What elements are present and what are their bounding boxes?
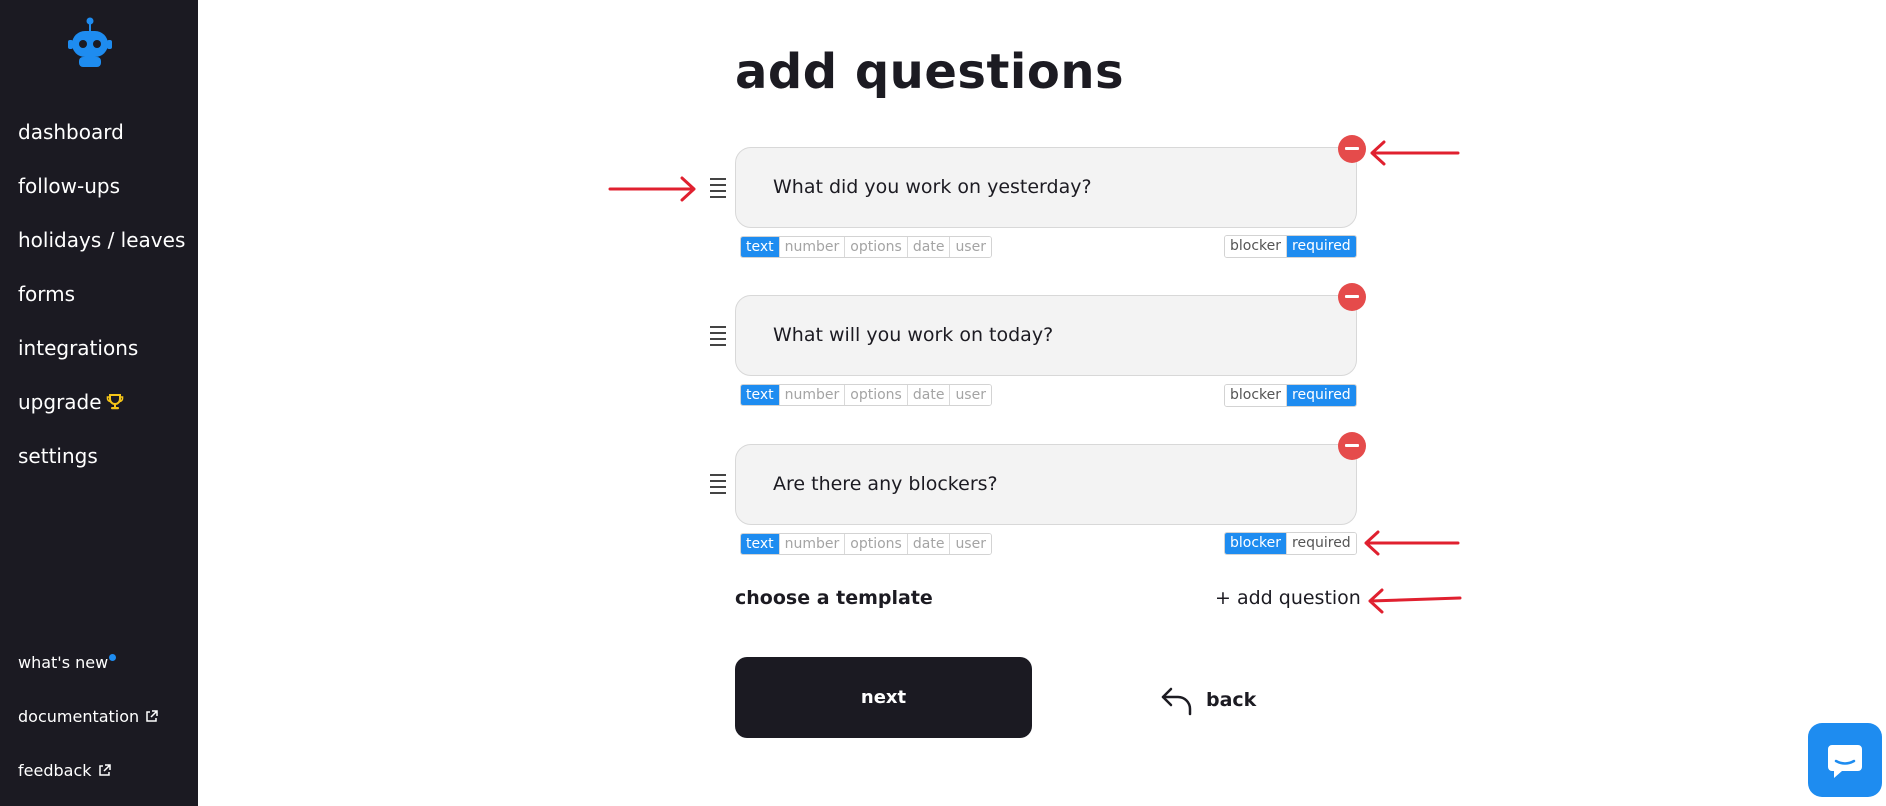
documentation-label: documentation — [18, 707, 140, 726]
type-user[interactable]: user — [950, 534, 991, 554]
type-number[interactable]: number — [779, 534, 846, 554]
feedback-label: feedback — [18, 761, 92, 780]
sidebar-item-upgrade[interactable]: upgrade — [18, 387, 185, 441]
type-number[interactable]: number — [779, 385, 846, 405]
annotation-arrow-left-icon — [1370, 140, 1460, 166]
question-input-3[interactable]: Are there any blockers? — [735, 444, 1357, 525]
external-link-icon — [145, 703, 158, 733]
type-text[interactable]: text — [741, 534, 780, 554]
back-button[interactable]: back — [1160, 682, 1256, 718]
type-date[interactable]: date — [907, 385, 951, 405]
whats-new-label: what's new — [18, 653, 109, 672]
sidebar-item-label: integrations — [18, 336, 139, 360]
sidebar-item-dashboard[interactable]: dashboard — [18, 117, 185, 171]
sidebar-item-label: forms — [18, 282, 76, 306]
type-date[interactable]: date — [907, 237, 951, 257]
sidebar-nav: dashboard follow-ups holidays / leaves f… — [18, 117, 185, 495]
type-text[interactable]: text — [741, 237, 780, 257]
question-flags: blocker required — [1224, 384, 1357, 407]
back-arrow-icon — [1160, 687, 1206, 715]
page-title: add questions — [735, 44, 1125, 100]
sidebar-item-forms[interactable]: forms — [18, 279, 185, 333]
chat-bubble-icon — [1828, 745, 1862, 778]
type-number[interactable]: number — [779, 237, 846, 257]
notification-dot-icon — [109, 654, 117, 661]
type-date[interactable]: date — [907, 534, 951, 554]
documentation-link[interactable]: documentation — [18, 702, 158, 756]
feedback-link[interactable]: feedback — [18, 756, 158, 806]
remove-question-button[interactable] — [1338, 283, 1366, 311]
question-type-selector: text number options date user — [740, 533, 992, 555]
drag-handle-icon[interactable] — [710, 326, 726, 346]
type-options[interactable]: options — [845, 237, 908, 257]
sidebar-item-label: holidays / leaves — [18, 228, 186, 252]
external-link-icon — [98, 757, 111, 787]
sidebar-bottom-nav: what's new documentation feedback — [18, 648, 158, 806]
type-user[interactable]: user — [950, 237, 991, 257]
robot-logo-icon[interactable] — [68, 17, 112, 71]
question-type-selector: text number options date user — [740, 384, 992, 406]
question-type-selector: text number options date user — [740, 236, 992, 258]
add-question-button[interactable]: + add question — [1215, 587, 1361, 609]
remove-question-button[interactable] — [1338, 432, 1366, 460]
sidebar-item-label: upgrade — [18, 390, 102, 414]
sidebar-item-label: settings — [18, 444, 98, 468]
question-input-2[interactable]: What will you work on today? — [735, 295, 1357, 376]
question-text: What did you work on yesterday? — [773, 176, 1092, 198]
sidebar: dashboard follow-ups holidays / leaves f… — [0, 0, 198, 806]
question-text: Are there any blockers? — [773, 473, 998, 495]
blocker-toggle[interactable]: blocker — [1225, 236, 1288, 257]
choose-template-link[interactable]: choose a template — [735, 587, 933, 609]
type-options[interactable]: options — [845, 385, 908, 405]
sidebar-item-settings[interactable]: settings — [18, 441, 185, 495]
required-toggle[interactable]: required — [1287, 385, 1356, 406]
type-user[interactable]: user — [950, 385, 991, 405]
blocker-toggle[interactable]: blocker — [1225, 533, 1288, 554]
chat-widget-button[interactable] — [1808, 723, 1882, 797]
question-flags: blocker required — [1224, 235, 1357, 258]
sidebar-item-follow-ups[interactable]: follow-ups — [18, 171, 185, 225]
drag-handle-icon[interactable] — [710, 474, 726, 494]
annotation-arrow-right-icon — [608, 176, 696, 202]
question-text: What will you work on today? — [773, 324, 1054, 346]
type-text[interactable]: text — [741, 385, 780, 405]
annotation-arrow-left-icon — [1368, 588, 1462, 614]
sidebar-item-holidays-leaves[interactable]: holidays / leaves — [18, 225, 185, 279]
required-toggle[interactable]: required — [1287, 533, 1356, 554]
annotation-arrow-left-icon — [1364, 530, 1460, 556]
remove-question-button[interactable] — [1338, 135, 1366, 163]
trophy-icon — [106, 389, 124, 419]
sidebar-item-label: follow-ups — [18, 174, 120, 198]
drag-handle-icon[interactable] — [710, 178, 726, 198]
next-button[interactable]: next — [735, 657, 1032, 738]
type-options[interactable]: options — [845, 534, 908, 554]
required-toggle[interactable]: required — [1287, 236, 1356, 257]
whats-new-link[interactable]: what's new — [18, 648, 158, 702]
sidebar-item-integrations[interactable]: integrations — [18, 333, 185, 387]
back-label: back — [1206, 689, 1257, 711]
sidebar-item-label: dashboard — [18, 120, 124, 144]
question-input-1[interactable]: What did you work on yesterday? — [735, 147, 1357, 228]
question-flags: blocker required — [1224, 532, 1357, 555]
blocker-toggle[interactable]: blocker — [1225, 385, 1288, 406]
